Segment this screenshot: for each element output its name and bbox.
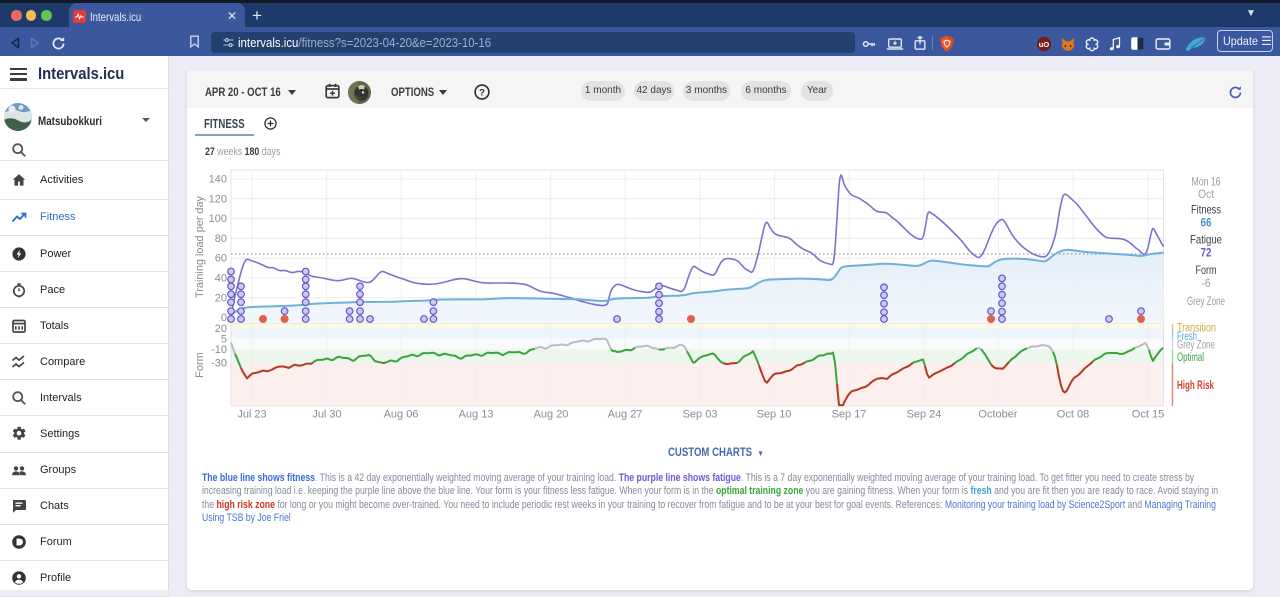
svg-text:120: 120 bbox=[209, 193, 227, 205]
svg-text:Fatigue: Fatigue bbox=[1190, 233, 1222, 247]
svg-text:Sep 24: Sep 24 bbox=[907, 409, 942, 421]
svg-text:140: 140 bbox=[209, 174, 227, 186]
svg-text:Mon 16: Mon 16 bbox=[1192, 177, 1221, 189]
svg-text:Oct 15: Oct 15 bbox=[1132, 409, 1164, 421]
svg-text:Form: Form bbox=[194, 352, 206, 378]
svg-text:Sep 03: Sep 03 bbox=[683, 409, 718, 421]
svg-text:Aug 13: Aug 13 bbox=[459, 409, 494, 421]
svg-text:Form: Form bbox=[1196, 263, 1217, 277]
svg-text:Fitness: Fitness bbox=[1191, 203, 1221, 217]
svg-text:Oct 08: Oct 08 bbox=[1057, 409, 1089, 421]
svg-text:Training load per day: Training load per day bbox=[194, 196, 206, 298]
svg-text:Grey Zone: Grey Zone bbox=[1187, 294, 1225, 308]
svg-text:40: 40 bbox=[215, 273, 227, 285]
svg-text:66: 66 bbox=[1201, 216, 1212, 230]
svg-text:60: 60 bbox=[215, 253, 227, 265]
svg-text:October: October bbox=[978, 409, 1017, 421]
svg-text:Oct: Oct bbox=[1198, 189, 1215, 201]
svg-text:Sep 17: Sep 17 bbox=[832, 409, 867, 421]
svg-text:20: 20 bbox=[215, 292, 227, 304]
svg-text:100: 100 bbox=[209, 213, 227, 225]
svg-text:High Risk: High Risk bbox=[1177, 378, 1214, 392]
svg-text:Aug 06: Aug 06 bbox=[384, 409, 419, 421]
svg-text:Aug 20: Aug 20 bbox=[534, 409, 569, 421]
svg-text:Grey Zone: Grey Zone bbox=[1177, 340, 1215, 352]
svg-text:-10: -10 bbox=[211, 344, 227, 356]
svg-text:-6: -6 bbox=[1202, 276, 1211, 290]
svg-text:Jul 30: Jul 30 bbox=[312, 409, 341, 421]
svg-text:72: 72 bbox=[1201, 246, 1212, 260]
svg-text:Jul 23: Jul 23 bbox=[237, 409, 266, 421]
svg-text:Aug 27: Aug 27 bbox=[608, 409, 643, 421]
svg-text:-30: -30 bbox=[211, 358, 227, 370]
svg-text:Optimal: Optimal bbox=[1177, 352, 1204, 364]
svg-text:Sep 10: Sep 10 bbox=[757, 409, 792, 421]
svg-text:80: 80 bbox=[215, 233, 227, 245]
